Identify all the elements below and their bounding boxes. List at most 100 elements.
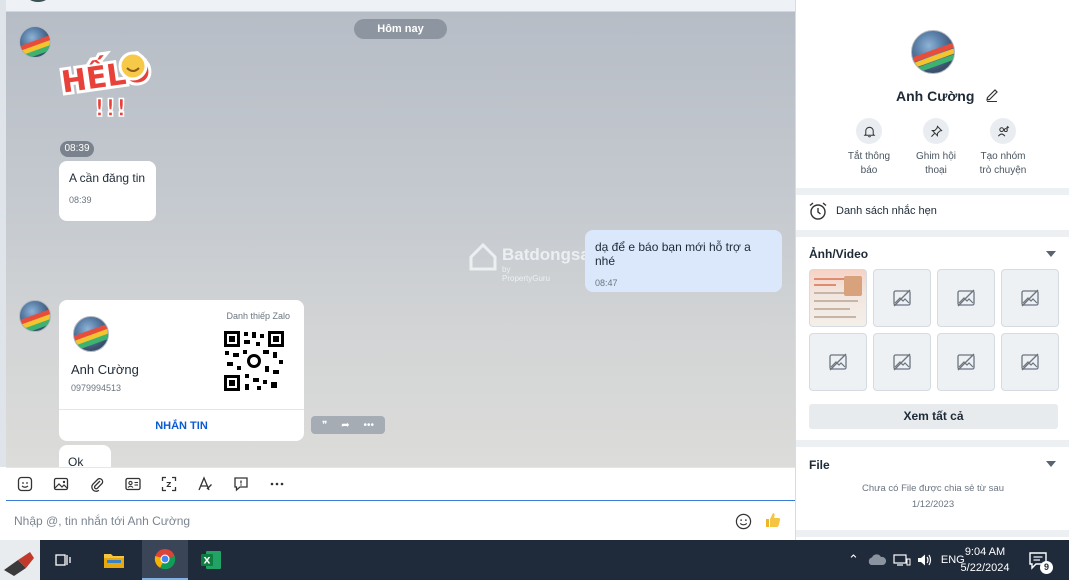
thumbs-up-icon[interactable]: [764, 511, 782, 529]
notification-count-badge: 9: [1040, 561, 1053, 574]
start-button[interactable]: [0, 540, 40, 580]
format-text-icon[interactable]: [196, 475, 214, 493]
task-view-button[interactable]: [40, 540, 86, 580]
image-icon[interactable]: [52, 475, 70, 493]
card-name: Anh Cường: [71, 362, 139, 377]
chrome-button[interactable]: [142, 540, 188, 580]
reminder-label: Danh sách nhắc hẹn: [836, 205, 937, 217]
media-placeholder[interactable]: [937, 333, 995, 391]
more-icon[interactable]: [268, 475, 286, 493]
watermark: Batdongsan by PropertyGuru: [468, 241, 600, 283]
media-placeholder[interactable]: [1001, 333, 1059, 391]
pin-conversation-button[interactable]: Ghim hội thoại: [903, 118, 969, 182]
broken-image-icon: [893, 289, 911, 307]
more-icon[interactable]: •••: [364, 420, 375, 431]
screenshot-icon[interactable]: Z: [160, 475, 178, 493]
emoji-icon[interactable]: [735, 513, 752, 530]
broken-image-icon: [957, 353, 975, 371]
clock-time: 9:04 AM: [964, 546, 1006, 558]
message-bubble-sent[interactable]: dạ để e báo bạn mới hỗ trợ a nhé 08:47: [585, 230, 782, 292]
excel-icon: X: [201, 551, 221, 569]
see-all-media-button[interactable]: Xem tất cả: [809, 404, 1058, 429]
forward-icon[interactable]: ➦: [341, 420, 349, 431]
file-empty-state: Chưa có File được chia sẻ từ sau 1/12/20…: [861, 483, 1004, 510]
qr-code-icon: [223, 330, 285, 392]
svg-text:!!!: !!!: [94, 94, 127, 120]
house-logo-icon: [469, 242, 497, 271]
chat-message-area[interactable]: Hôm nay HẾLÔ HẾLÔ !!! 08:39 A cần đăng t…: [6, 12, 795, 467]
broken-image-icon: [1021, 289, 1039, 307]
message-input[interactable]: [14, 512, 714, 530]
svg-text:Z: Z: [166, 481, 171, 489]
bell-icon: [863, 126, 875, 137]
taskbar-clock[interactable]: 9:04 AM 5/22/2024: [950, 544, 1020, 576]
message-bubble-received[interactable]: A cần đăng tin 08:39: [59, 161, 156, 221]
message-time: 08:47: [595, 278, 618, 288]
folder-icon: [104, 554, 124, 568]
card-label: Danh thiếp Zalo: [226, 311, 290, 321]
card-avatar: [73, 316, 109, 352]
media-placeholder[interactable]: [1001, 269, 1059, 327]
pin-icon: [930, 124, 943, 137]
header-avatar[interactable]: [26, 0, 50, 2]
section-divider: [796, 440, 1069, 447]
alarm-clock-icon: [809, 202, 827, 220]
media-grid: [809, 269, 1059, 391]
file-section-title: File: [809, 458, 830, 472]
volume-icon[interactable]: [917, 553, 933, 567]
quick-actions: Tắt thông báo Ghim hội thoại Tạo nhóm tr…: [836, 118, 1036, 182]
media-placeholder[interactable]: [873, 333, 931, 391]
create-group-button[interactable]: Tạo nhóm trò chuyện: [970, 118, 1036, 182]
section-divider: [796, 230, 1069, 237]
message-composer: [6, 502, 795, 540]
time-divider: 08:39: [60, 141, 94, 157]
chrome-icon: [154, 549, 176, 570]
app-launcher-icon: [4, 552, 34, 576]
contact-card-icon[interactable]: [124, 475, 142, 493]
message-text: dạ để e báo bạn mới hỗ trợ a nhé: [595, 240, 751, 268]
card-phone: 0979994513: [71, 383, 122, 393]
chat-header-edge: [0, 0, 795, 12]
profile-avatar[interactable]: [911, 30, 955, 74]
composer-toolbar: Z: [6, 467, 795, 501]
show-hidden-icons-chevron-icon[interactable]: ⌃: [848, 552, 859, 568]
system-tray: ⌃ ENG: [848, 540, 965, 580]
message-bubble-received[interactable]: Ok: [59, 445, 111, 467]
hello-sticker[interactable]: HẾLÔ HẾLÔ !!!: [58, 44, 162, 120]
broken-image-icon: [957, 289, 975, 307]
sticker-icon[interactable]: [16, 475, 34, 493]
edit-name-icon[interactable]: [984, 87, 1000, 103]
media-placeholder[interactable]: [937, 269, 995, 327]
cloud-icon[interactable]: [867, 553, 887, 567]
contact-avatar[interactable]: [19, 300, 51, 332]
section-divider: [796, 530, 1069, 537]
clock-date: 5/22/2024: [960, 562, 1010, 574]
excel-button[interactable]: X: [188, 540, 234, 580]
media-collapse-chevron-icon[interactable]: [1046, 251, 1056, 257]
quote-icon[interactable]: ❞: [322, 420, 327, 431]
media-placeholder[interactable]: [873, 269, 931, 327]
reminder-list-item[interactable]: Danh sách nhắc hẹn: [808, 201, 937, 221]
svg-text:X: X: [204, 557, 211, 567]
message-text: A cần đăng tin: [69, 171, 146, 185]
send-message-button[interactable]: NHẮN TIN: [59, 409, 304, 441]
task-view-icon: [55, 554, 71, 566]
media-section-title: Ảnh/Video: [809, 247, 869, 261]
file-explorer-button[interactable]: [91, 540, 137, 580]
media-placeholder[interactable]: [809, 333, 867, 391]
network-icon[interactable]: [893, 553, 911, 567]
file-collapse-chevron-icon[interactable]: [1046, 461, 1056, 467]
attach-icon[interactable]: [88, 475, 106, 493]
contact-card[interactable]: Danh thiếp Zalo Anh Cường 0979994513 NHẮ…: [59, 300, 304, 441]
media-thumbnail[interactable]: [809, 269, 867, 327]
mute-notifications-button[interactable]: Tắt thông báo: [836, 118, 902, 182]
add-group-icon: [997, 125, 1009, 136]
profile-name: Anh Cường: [896, 88, 975, 104]
quick-message-icon[interactable]: [232, 475, 250, 493]
conversation-info-panel: Anh Cường Tắt thông báo Ghim hội thoại T…: [795, 0, 1069, 540]
message-actions-bar[interactable]: ❞ ➦ •••: [311, 416, 385, 434]
windows-taskbar: X ⌃ ENG 9:04 AM 5/22/2024 9: [0, 540, 1069, 580]
section-divider: [796, 188, 1069, 195]
contact-avatar[interactable]: [19, 26, 51, 58]
date-divider: Hôm nay: [354, 19, 447, 39]
